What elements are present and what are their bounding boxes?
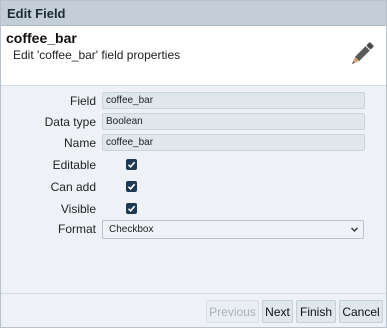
chevron-down-icon [351,227,358,232]
field-label: Field [69,94,96,108]
format-row: Format Checkbox [1,220,386,239]
checkmark-icon [127,205,136,212]
visible-row: Visible [1,200,386,218]
data-type-row: Data type [1,113,386,131]
header-title: coffee_bar [6,30,77,46]
dialog-titlebar: Edit Field [1,1,386,26]
next-button[interactable]: Next [262,300,293,323]
cancel-button[interactable]: Cancel [339,300,383,323]
can-add-checkbox[interactable] [126,181,137,192]
name-input[interactable] [102,134,365,151]
format-select[interactable]: Checkbox [102,220,364,239]
dialog-footer: Previous Next Finish Cancel [1,293,386,327]
finish-button[interactable]: Finish [296,300,336,323]
format-label: Format [57,222,96,236]
editable-label: Editable [52,158,96,172]
format-select-value: Checkbox [109,224,154,235]
can-add-label: Can add [50,180,96,194]
pencil-icon [352,42,374,64]
visible-checkbox[interactable] [126,203,137,214]
checkmark-icon [127,161,136,168]
header-subtitle: Edit 'coffee_bar' field properties [13,48,181,62]
editable-row: Editable [1,156,386,174]
data-type-label: Data type [44,115,96,129]
checkmark-icon [127,183,136,190]
dialog-title: Edit Field [7,5,66,21]
can-add-row: Can add [1,178,386,196]
dialog-header: coffee_bar Edit 'coffee_bar' field prope… [1,26,386,86]
name-label: Name [63,136,96,150]
editable-checkbox[interactable] [126,159,137,170]
name-row: Name [1,134,386,152]
field-input[interactable] [102,92,365,109]
data-type-input[interactable] [102,113,365,130]
visible-label: Visible [60,202,96,216]
field-row: Field [1,92,386,110]
previous-button[interactable]: Previous [206,300,259,323]
edit-field-dialog: Edit Field coffee_bar Edit 'coffee_bar' … [0,0,387,328]
